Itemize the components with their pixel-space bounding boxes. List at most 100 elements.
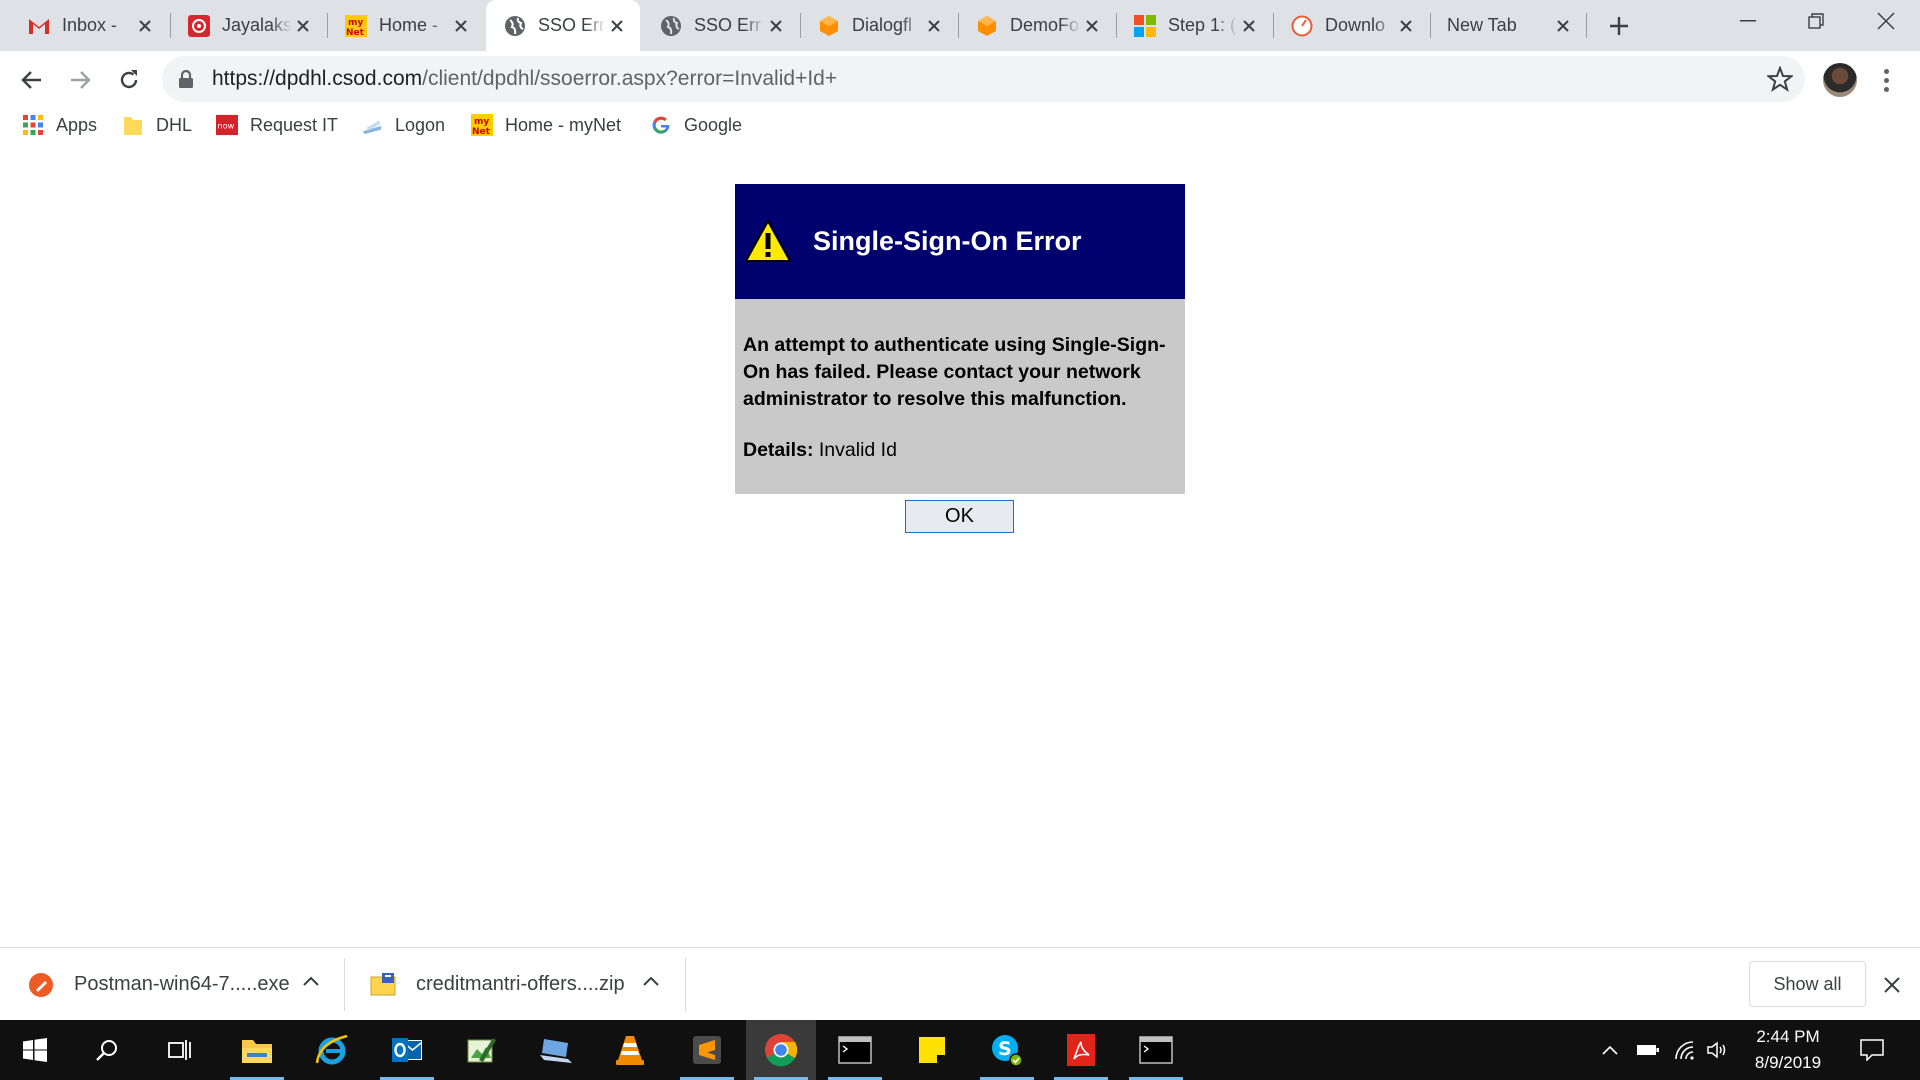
- restore-button[interactable]: [1782, 0, 1850, 42]
- tab-step1[interactable]: Step 1: (: [1116, 0, 1272, 51]
- outlook-icon: [392, 1038, 422, 1062]
- battery-icon[interactable]: [1633, 1020, 1663, 1080]
- new-tab-button[interactable]: [1604, 11, 1634, 41]
- tab-title: SSO Err: [694, 15, 762, 35]
- taskbar-skype[interactable]: S: [972, 1020, 1042, 1080]
- close-icon[interactable]: [450, 15, 472, 37]
- close-icon: [1877, 12, 1895, 30]
- forward-button[interactable]: [64, 64, 96, 96]
- reload-icon: [120, 70, 138, 89]
- tab-demofo[interactable]: DemoFo: [958, 0, 1115, 51]
- taskbar-command-prompt-2[interactable]: [1121, 1020, 1191, 1080]
- minimize-button[interactable]: [1714, 0, 1782, 42]
- close-downloads-icon[interactable]: [1880, 973, 1904, 997]
- download-item-postman[interactable]: Postman-win64-7.....exe: [28, 948, 319, 1021]
- svg-text:Net: Net: [346, 28, 365, 37]
- bookmark-label: Request IT: [250, 114, 339, 135]
- ok-button[interactable]: OK: [905, 500, 1014, 533]
- wifi-icon[interactable]: [1670, 1020, 1700, 1080]
- show-hidden-icons-button[interactable]: [1597, 1020, 1623, 1080]
- taskbar-command-prompt[interactable]: [820, 1020, 890, 1080]
- download-item-creditmantri[interactable]: creditmantri-offers....zip: [370, 948, 660, 1021]
- close-icon[interactable]: [1081, 15, 1103, 37]
- close-icon[interactable]: [765, 15, 787, 37]
- volume-icon[interactable]: [1703, 1020, 1733, 1080]
- taskbar-paint-app[interactable]: [446, 1020, 516, 1080]
- taskbar-acrobat[interactable]: [1046, 1020, 1116, 1080]
- taskbar-clock[interactable]: 2:44 PM 8/9/2019: [1735, 1024, 1841, 1076]
- reload-button[interactable]: [113, 64, 145, 96]
- tab-download[interactable]: Downlo: [1273, 0, 1429, 51]
- tab-title: Dialogfl: [852, 15, 913, 35]
- search-button[interactable]: [72, 1020, 142, 1080]
- close-icon[interactable]: [1395, 15, 1417, 37]
- close-icon[interactable]: [923, 15, 945, 37]
- close-icon[interactable]: [292, 15, 314, 37]
- acrobat-icon: [1067, 1034, 1095, 1066]
- close-icon[interactable]: [1552, 15, 1574, 37]
- bookmark-google[interactable]: Google: [650, 110, 742, 140]
- error-details: Details: Invalid Id: [743, 437, 1177, 464]
- action-center-button[interactable]: [1854, 1020, 1890, 1080]
- windows-logo-icon: [23, 1038, 47, 1062]
- taskbar-file-explorer[interactable]: [222, 1020, 292, 1080]
- apps-grid-icon: [22, 114, 44, 136]
- folder-icon: [242, 1040, 272, 1063]
- close-icon[interactable]: [134, 15, 156, 37]
- tab-inbox[interactable]: Inbox -: [10, 0, 168, 51]
- address-bar[interactable]: https://dpdhl.csod.com/client/dpdhl/ssoe…: [162, 56, 1805, 102]
- tab-home-mynet[interactable]: my Net Home -: [327, 0, 484, 51]
- tab-new-tab[interactable]: New Tab: [1430, 0, 1586, 51]
- show-all-button[interactable]: Show all: [1749, 961, 1866, 1007]
- taskbar-sublime-text[interactable]: [672, 1020, 742, 1080]
- windows-taskbar: S 2:44 PM 8/9/2019: [0, 1020, 1920, 1080]
- tab-sso-error[interactable]: SSO Err: [642, 0, 799, 51]
- close-window-button[interactable]: [1852, 0, 1920, 42]
- clock-date: 8/9/2019: [1754, 1053, 1822, 1072]
- back-button[interactable]: [16, 64, 48, 96]
- task-view-button[interactable]: [144, 1020, 214, 1080]
- logon-icon: [361, 114, 383, 136]
- bookmark-logon[interactable]: Logon: [361, 110, 445, 140]
- bookmark-home-mynet[interactable]: my Net Home - myNet: [471, 110, 621, 140]
- start-button[interactable]: [0, 1020, 70, 1080]
- chrome-menu-icon[interactable]: [1874, 65, 1898, 95]
- tab-sso-error-active[interactable]: SSO Err: [486, 0, 640, 51]
- svg-text:my: my: [474, 117, 489, 127]
- taskbar-sticky-notes[interactable]: [897, 1020, 967, 1080]
- download-filename: creditmantri-offers....zip: [416, 973, 625, 995]
- tab-strip: Inbox - Jayalaks my Net Home - SSO Err S…: [0, 0, 1920, 51]
- taskbar-vlc[interactable]: [595, 1020, 665, 1080]
- warning-icon: [745, 218, 791, 262]
- close-icon[interactable]: [606, 15, 628, 37]
- taskbar-chrome[interactable]: [746, 1020, 816, 1080]
- skype-icon: S: [992, 1035, 1023, 1067]
- error-title: Single-Sign-On Error: [813, 226, 1082, 256]
- bookmark-star-icon[interactable]: [1765, 65, 1795, 97]
- back-arrow-icon: [21, 71, 41, 89]
- tab-dialogflow[interactable]: Dialogfl: [800, 0, 957, 51]
- lock-icon: [178, 69, 194, 94]
- svg-text:Net: Net: [472, 127, 491, 136]
- tab-jayalaks[interactable]: Jayalaks: [170, 0, 326, 51]
- bookmark-dhl[interactable]: DHL: [122, 110, 192, 140]
- chevron-up-icon: [643, 976, 659, 986]
- dialogflow-icon: [976, 15, 998, 37]
- bookmark-request-it[interactable]: now Request IT: [216, 110, 338, 140]
- notifications-icon: [1860, 1039, 1884, 1061]
- mynet-icon: my Net: [345, 14, 367, 37]
- tab-divider: [1586, 13, 1587, 38]
- task-view-icon: [168, 1040, 191, 1060]
- taskbar-internet-explorer[interactable]: [297, 1020, 367, 1080]
- error-body: An attempt to authenticate using Single-…: [735, 299, 1185, 494]
- taskbar-outlook[interactable]: [372, 1020, 442, 1080]
- gmail-icon: [28, 15, 50, 37]
- download-filename: Postman-win64-7.....exe: [74, 973, 290, 995]
- profile-avatar[interactable]: [1823, 63, 1857, 97]
- bookmark-apps[interactable]: Apps: [22, 110, 97, 140]
- forward-arrow-icon: [71, 71, 91, 89]
- close-icon[interactable]: [1238, 15, 1260, 37]
- url-host: https://dpdhl.csod.com: [212, 67, 423, 90]
- url-path: /client/dpdhl/ssoerror.aspx?error=Invali…: [422, 67, 838, 90]
- taskbar-network-app[interactable]: [521, 1020, 591, 1080]
